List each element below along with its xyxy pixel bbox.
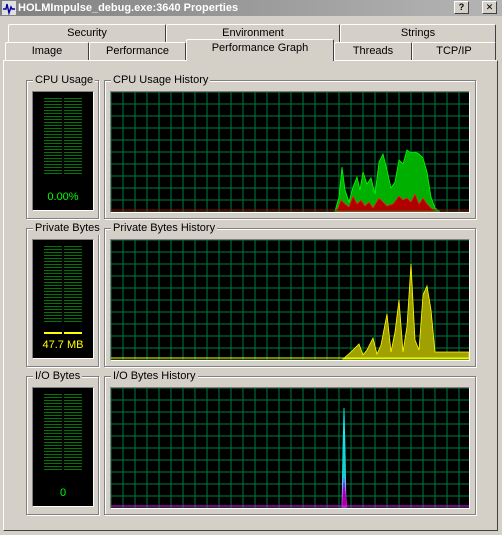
io-bytes-label: I/O Bytes (33, 369, 83, 383)
cpu-usage-value: 0.00% (47, 191, 79, 203)
private-bytes-history-label: Private Bytes History (111, 221, 218, 235)
io-history-chart (111, 388, 469, 508)
cpu-history-graph (110, 91, 470, 213)
help-button[interactable]: ? (454, 1, 469, 14)
io-history-graph (110, 387, 470, 509)
private-bytes-value: 47.7 MB (42, 339, 84, 351)
io-history-label: I/O Bytes History (111, 369, 198, 383)
tab-performance[interactable]: Performance (89, 42, 186, 61)
tab-tcpip[interactable]: TCP/IP (412, 42, 496, 61)
title-bar: HOLMImpulse_debug.exe:3640 Properties ? … (0, 0, 502, 16)
cpu-usage-label: CPU Usage (33, 73, 96, 87)
io-bytes-value: 0 (59, 487, 67, 499)
cpu-meter-bars (44, 98, 82, 174)
private-bytes-label: Private Bytes (33, 221, 102, 235)
window-title: HOLMImpulse_debug.exe:3640 Properties (18, 2, 239, 14)
private-bytes-level-right (64, 332, 82, 334)
private-bytes-history-graph (110, 239, 470, 361)
app-icon (2, 1, 16, 15)
cpu-history-group: CPU Usage History (104, 73, 476, 219)
private-bytes-level-left (44, 332, 62, 334)
tab-threads[interactable]: Threads (334, 42, 412, 61)
tab-performance-graph[interactable]: Performance Graph (186, 39, 334, 61)
cpu-history-label: CPU Usage History (111, 73, 211, 87)
tab-security[interactable]: Security (8, 24, 166, 43)
io-bytes-meter: 0 (32, 387, 94, 507)
cpu-usage-group: CPU Usage 0.00% (26, 73, 99, 219)
cpu-usage-meter: 0.00% (32, 91, 94, 211)
private-bytes-group: Private Bytes 47.7 MB (26, 221, 102, 367)
io-meter-bars (44, 394, 82, 470)
io-history-group: I/O Bytes History (104, 369, 476, 515)
io-grid (111, 388, 469, 508)
close-button[interactable]: ✕ (482, 1, 497, 14)
tab-strings[interactable]: Strings (340, 24, 496, 43)
io-bytes-group: I/O Bytes 0 (26, 369, 99, 515)
private-bytes-chart (111, 240, 469, 360)
private-bytes-meter-bars (44, 246, 82, 322)
tab-image[interactable]: Image (5, 42, 89, 61)
private-bytes-meter: 47.7 MB (32, 239, 94, 359)
cpu-history-chart (111, 92, 469, 212)
private-bytes-history-group: Private Bytes History (104, 221, 476, 367)
